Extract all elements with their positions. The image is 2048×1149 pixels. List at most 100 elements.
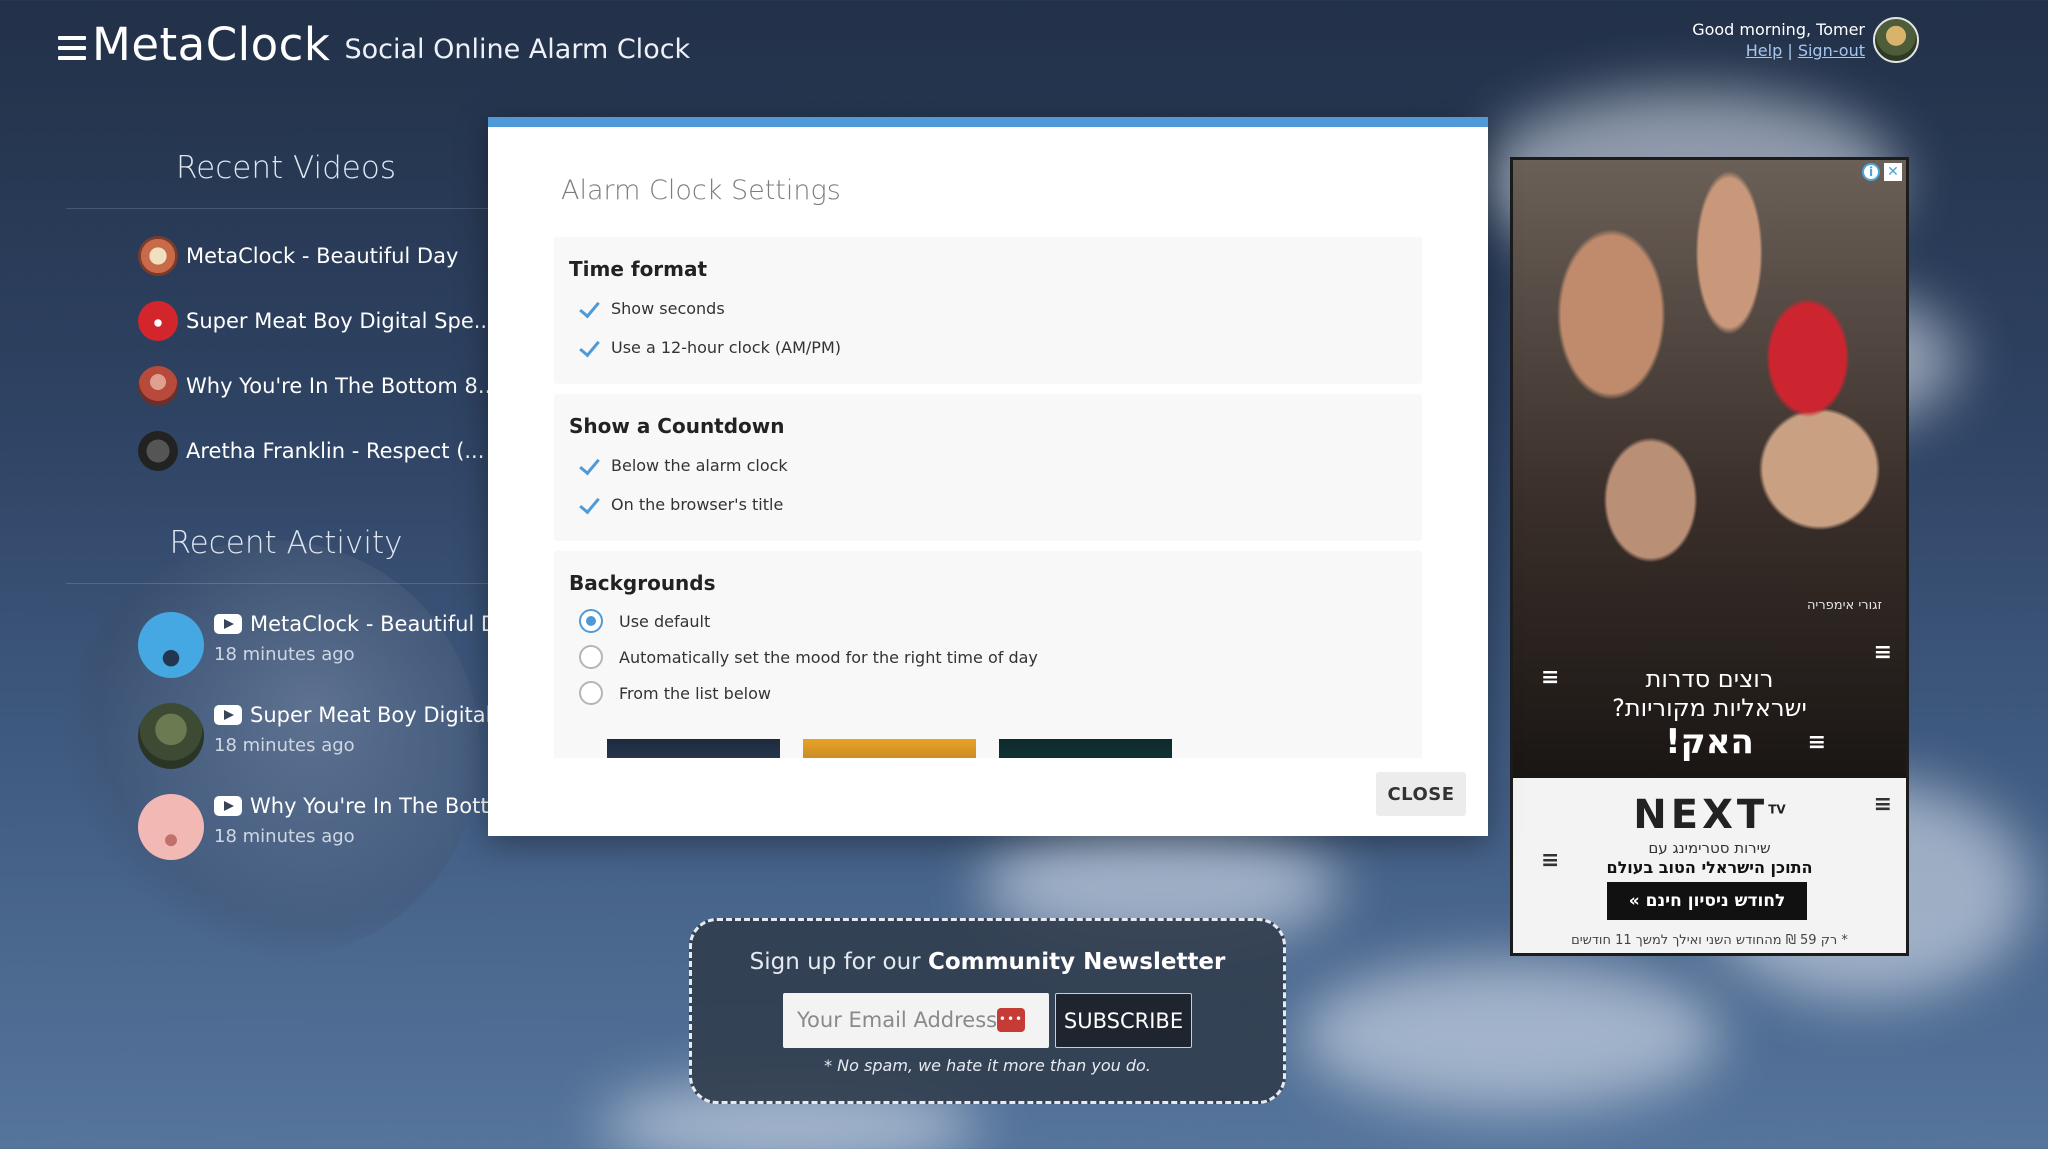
countdown-card: Show a Countdown Below the alarm clock O… — [554, 394, 1422, 539]
ad-bottom-panel: NEXTTV שירות סטרימינג עם התוכן הישראלי ה… — [1513, 778, 1906, 953]
radio-button[interactable] — [579, 609, 603, 633]
menu-icon[interactable] — [58, 36, 86, 60]
signout-link[interactable]: Sign-out — [1798, 41, 1865, 60]
checkbox-label: Below the alarm clock — [611, 456, 788, 475]
checkbox-label: On the browser's title — [611, 495, 784, 514]
advertisement[interactable]: i ✕ זגורי אימפריה רוצים סדרות ישראליות מ… — [1510, 157, 1909, 956]
modal-body[interactable]: Time format Show seconds Use a 12-hour c… — [554, 237, 1422, 758]
backgrounds-heading: Backgrounds — [569, 571, 716, 595]
dots-icon: ≡ — [1541, 665, 1560, 690]
newsletter-box: Sign up for our Community Newsletter You… — [689, 918, 1286, 1104]
email-input[interactable]: Your Email Address ••• — [783, 993, 1049, 1048]
youtube-icon — [214, 614, 242, 634]
video-thumbnail — [138, 235, 178, 276]
dots-icon: ≡ — [1873, 640, 1892, 665]
checkbox-browser-title[interactable]: On the browser's title — [569, 485, 1407, 524]
brand-logo[interactable]: MetaClock — [92, 18, 331, 71]
checkbox-show-seconds[interactable]: Show seconds — [569, 289, 1407, 328]
ad-subtext: שירות סטרימינג עם — [1648, 839, 1771, 857]
video-title: Why You're In The Bottom 8... — [186, 373, 498, 398]
youtube-icon — [214, 705, 242, 725]
video-thumbnail — [138, 365, 178, 406]
background-thumbnail[interactable] — [803, 739, 976, 758]
modal-title: Alarm Clock Settings — [561, 175, 841, 206]
link-separator: | — [1787, 41, 1793, 60]
checkmark-icon[interactable] — [577, 336, 601, 360]
brand-tagline: Social Online Alarm Clock — [344, 33, 691, 65]
checkmark-icon[interactable] — [577, 493, 601, 517]
radio-label: Use default — [619, 611, 711, 631]
close-icon[interactable]: ✕ — [1884, 163, 1902, 181]
ad-cta-button[interactable]: לחודש ניסיון חינם » — [1607, 882, 1807, 920]
ad-photo-credit: זגורי אימפריה — [1806, 598, 1882, 613]
checkbox-label: Show seconds — [611, 299, 725, 318]
activity-title: Why You're In The Bottor — [250, 794, 511, 818]
next-logo: NEXTTV — [1513, 792, 1906, 838]
time-format-heading: Time format — [569, 257, 708, 281]
subscribe-button[interactable]: SUBSCRIBE — [1055, 993, 1192, 1048]
radio-label: From the list below — [619, 683, 771, 703]
video-item[interactable]: Aretha Franklin - Respect (... — [66, 418, 506, 483]
activity-item[interactable]: MetaClock - Beautiful Da 18 minutes ago — [66, 598, 510, 689]
radio-from-list[interactable]: From the list below — [569, 675, 1407, 711]
next-logo-text: NEXT — [1633, 792, 1769, 838]
radio-label: Automatically set the mood for the right… — [619, 647, 1038, 667]
backgrounds-card: Backgrounds Use default Automatically se… — [554, 551, 1422, 758]
radio-button[interactable] — [579, 681, 603, 705]
ad-headline-line: ישראליות מקוריות? — [1612, 694, 1807, 722]
video-item[interactable]: MetaClock - Beautiful Day — [66, 223, 506, 288]
dots-icon: ≡ — [1807, 730, 1826, 755]
password-manager-icon[interactable]: ••• — [997, 1008, 1025, 1032]
activity-title: Super Meat Boy Digital S — [250, 703, 512, 727]
next-logo-suffix: TV — [1768, 802, 1786, 817]
checkbox-label: Use a 12-hour clock (AM/PM) — [611, 338, 841, 357]
countdown-heading: Show a Countdown — [569, 414, 785, 438]
recent-activity-title: Recent Activity — [66, 525, 506, 584]
video-title: MetaClock - Beautiful Day — [186, 243, 459, 268]
newsletter-form: Your Email Address ••• SUBSCRIBE — [692, 993, 1283, 1048]
activity-item[interactable]: Super Meat Boy Digital S 18 minutes ago — [66, 689, 512, 780]
video-thumbnail — [138, 300, 178, 341]
radio-button[interactable] — [579, 645, 603, 669]
newsletter-note: * No spam, we hate it more than you do. — [824, 1056, 1151, 1075]
activity-item[interactable]: Why You're In The Bottor 18 minutes ago — [66, 780, 510, 871]
newsletter-title: Sign up for our Community Newsletter — [692, 949, 1283, 975]
dots-icon: ≡ — [1873, 792, 1892, 817]
video-title: Super Meat Boy Digital Spe... — [186, 308, 494, 333]
video-item[interactable]: Super Meat Boy Digital Spe... — [66, 288, 506, 353]
user-avatar[interactable] — [1873, 17, 1919, 63]
video-item[interactable]: Why You're In The Bottom 8... — [66, 353, 506, 418]
dots-icon: ≡ — [1541, 848, 1560, 873]
background-thumbnails — [607, 739, 1407, 758]
activity-time: 18 minutes ago — [214, 644, 355, 665]
app-header: MetaClock Social Online Alarm Clock — [58, 14, 690, 74]
time-format-card: Time format Show seconds Use a 12-hour c… — [554, 237, 1422, 382]
video-title: Aretha Franklin - Respect (... — [186, 438, 485, 463]
video-thumbnail — [138, 430, 178, 471]
newsletter-title-prefix: Sign up for our — [749, 949, 921, 975]
newsletter-title-bold: Community Newsletter — [927, 949, 1226, 975]
radio-use-default[interactable]: Use default — [569, 603, 1407, 639]
ad-subtext-bold: התוכן הישראלי הטוב בעולם — [1606, 858, 1813, 877]
radio-auto-mood[interactable]: Automatically set the mood for the right… — [569, 639, 1407, 675]
activity-avatar — [138, 612, 204, 678]
background-thumbnail[interactable] — [999, 739, 1172, 758]
help-link[interactable]: Help — [1746, 41, 1782, 60]
checkbox-12-hour-clock[interactable]: Use a 12-hour clock (AM/PM) — [569, 328, 1407, 367]
checkbox-below-alarm[interactable]: Below the alarm clock — [569, 446, 1407, 485]
checkmark-icon[interactable] — [577, 297, 601, 321]
checkmark-icon[interactable] — [577, 454, 601, 478]
activity-avatar — [138, 703, 204, 769]
activity-avatar — [138, 794, 204, 860]
activity-title: MetaClock - Beautiful Da — [250, 612, 510, 636]
user-greeting: Good morning, Tomer — [1692, 20, 1865, 39]
recent-activity-list: MetaClock - Beautiful Da 18 minutes ago … — [66, 598, 512, 871]
activity-time: 18 minutes ago — [214, 735, 355, 756]
activity-time: 18 minutes ago — [214, 826, 355, 847]
ad-headline: רוצים סדרות ישראליות מקוריות? האק! — [1513, 665, 1906, 761]
background-thumbnail[interactable] — [607, 739, 780, 758]
close-button[interactable]: CLOSE — [1376, 772, 1466, 816]
youtube-icon — [214, 796, 242, 816]
info-icon[interactable]: i — [1862, 163, 1880, 181]
ad-headline-big: האק! — [1665, 722, 1754, 762]
